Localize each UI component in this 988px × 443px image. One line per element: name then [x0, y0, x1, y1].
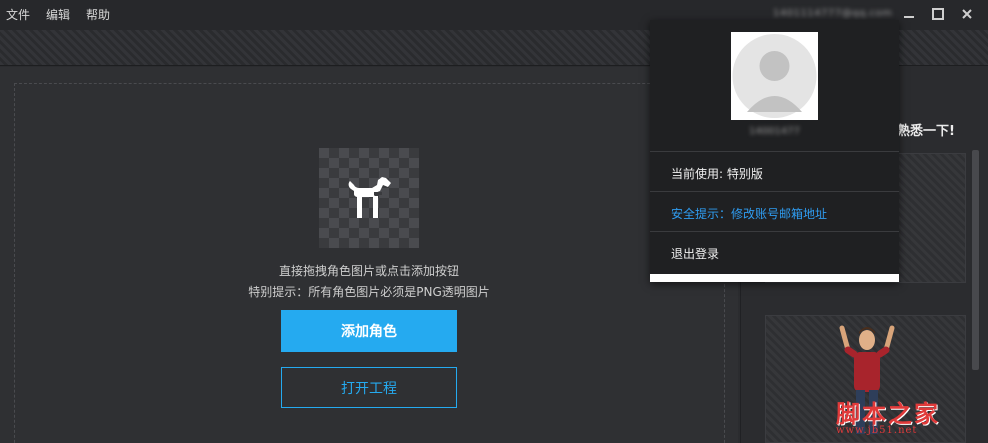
panel-title: 熟悉一下! [897, 124, 955, 139]
png-hint: 特别提示：所有角色图片必须是PNG透明图片 [248, 285, 490, 299]
dog-icon [348, 177, 391, 218]
divider [650, 151, 899, 152]
character-preview[interactable] [319, 148, 419, 248]
avatar[interactable] [731, 32, 818, 120]
menu-file[interactable]: 文件 [6, 6, 30, 23]
drag-hint: 直接拖拽角色图片或点击添加按钮 [278, 264, 459, 278]
current-edition: 当前使用: 特别版 [671, 167, 763, 181]
add-character-button[interactable]: 添加角色 [281, 310, 457, 352]
minimize-icon[interactable] [902, 7, 916, 21]
account-email[interactable]: 1401114777@qq.com [773, 8, 892, 19]
watermark-text: 脚本之家 [836, 399, 940, 428]
menu-help[interactable]: 帮助 [86, 6, 110, 23]
menu-bar: 文件 编辑 帮助 [6, 6, 110, 23]
window-controls [902, 7, 974, 21]
menu-edit[interactable]: 编辑 [46, 6, 70, 23]
user-menu-popup: 14001477 当前使用: 特别版 安全提示：修改账号邮箱地址 退出登录 [650, 20, 899, 282]
open-project-button[interactable]: 打开工程 [281, 367, 457, 408]
username: 14001477 [749, 126, 800, 137]
popup-bottom-edge [650, 274, 899, 282]
close-icon[interactable] [960, 7, 974, 21]
watermark: 脚本之家 www.jb51.net [836, 394, 940, 436]
maximize-icon[interactable] [931, 7, 945, 21]
scrollbar-thumb[interactable] [972, 150, 979, 370]
divider [650, 231, 899, 232]
user-placeholder-icon [732, 34, 817, 118]
logout-item[interactable]: 退出登录 [671, 245, 719, 262]
security-tip-link[interactable]: 安全提示：修改账号邮箱地址 [671, 205, 827, 222]
divider [650, 191, 899, 192]
